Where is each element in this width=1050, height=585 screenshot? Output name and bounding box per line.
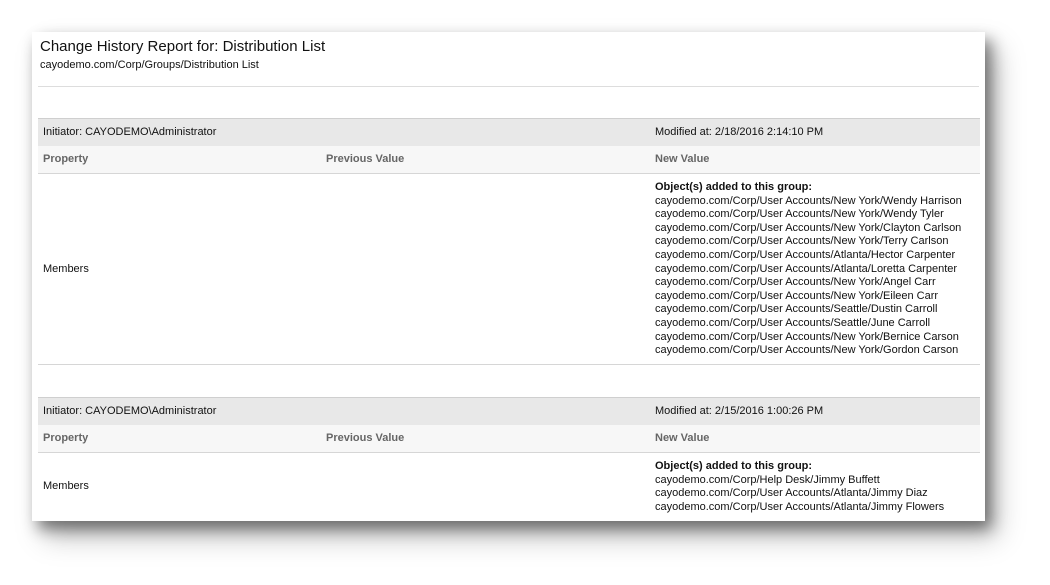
report-title: Change History Report for: Distribution … — [40, 38, 326, 55]
new-value-item: cayodemo.com/Corp/User Accounts/New York… — [655, 221, 962, 234]
new-value-item: cayodemo.com/Corp/User Accounts/Seattle/… — [655, 316, 931, 329]
new-value-item: cayodemo.com/Corp/User Accounts/Seattle/… — [655, 303, 938, 316]
new-value-item: cayodemo.com/Corp/User Accounts/Atlanta/… — [655, 500, 945, 513]
new-value-item: cayodemo.com/Corp/User Accounts/Atlanta/… — [655, 248, 956, 261]
entry-data-row: Members Object(s) added to this group: c… — [38, 453, 980, 521]
new-value-item: cayodemo.com/Corp/User Accounts/New York… — [655, 344, 959, 357]
modified-text: Modified at: 2/18/2016 2:14:10 PM — [655, 126, 824, 138]
new-value-heading: Object(s) added to this group: — [655, 460, 813, 472]
new-value-heading: Object(s) added to this group: — [655, 181, 813, 193]
entry-column-header-row: Property Previous Value New Value — [38, 146, 980, 174]
new-value-item: cayodemo.com/Corp/User Accounts/Atlanta/… — [655, 487, 928, 500]
modified-text: Modified at: 2/15/2016 1:00:26 PM — [655, 405, 824, 417]
report-header: Change History Report for: Distribution … — [40, 38, 325, 72]
new-value-item: cayodemo.com/Corp/User Accounts/New York… — [655, 276, 936, 289]
entry-initiator-row: Initiator: CAYODEMO\Administrator Modifi… — [38, 118, 980, 147]
new-value-item: cayodemo.com/Corp/Help Desk/Jimmy Buffet… — [655, 473, 880, 486]
property-name: Members — [43, 263, 89, 275]
new-value-list: Object(s) added to this group: cayodemo.… — [655, 460, 944, 514]
property-name: Members — [43, 480, 89, 492]
column-property: Property — [43, 153, 89, 165]
column-previous-value: Previous Value — [326, 432, 405, 444]
report-object-path: cayodemo.com/Corp/Groups/Distribution Li… — [40, 59, 259, 71]
new-value-item: cayodemo.com/Corp/User Accounts/New York… — [655, 235, 949, 248]
new-value-list: Object(s) added to this group: cayodemo.… — [655, 181, 962, 358]
entry-data-row: Members Object(s) added to this group: c… — [38, 174, 980, 365]
new-value-item: cayodemo.com/Corp/User Accounts/New York… — [655, 330, 959, 343]
column-property: Property — [43, 432, 89, 444]
initiator-text: Initiator: CAYODEMO\Administrator — [43, 126, 217, 138]
column-new-value: New Value — [655, 432, 710, 444]
new-value-item: cayodemo.com/Corp/User Accounts/New York… — [655, 289, 939, 302]
report-page: Change History Report for: Distribution … — [32, 32, 985, 521]
new-value-item: cayodemo.com/Corp/User Accounts/New York… — [655, 194, 962, 207]
entry-initiator-row: Initiator: CAYODEMO\Administrator Modifi… — [38, 397, 980, 426]
new-value-item: cayodemo.com/Corp/User Accounts/Atlanta/… — [655, 262, 958, 275]
entry-column-header-row: Property Previous Value New Value — [38, 425, 980, 453]
initiator-text: Initiator: CAYODEMO\Administrator — [43, 405, 217, 417]
column-new-value: New Value — [655, 153, 710, 165]
new-value-item: cayodemo.com/Corp/User Accounts/New York… — [655, 208, 944, 221]
column-previous-value: Previous Value — [326, 153, 405, 165]
header-divider — [38, 86, 979, 87]
